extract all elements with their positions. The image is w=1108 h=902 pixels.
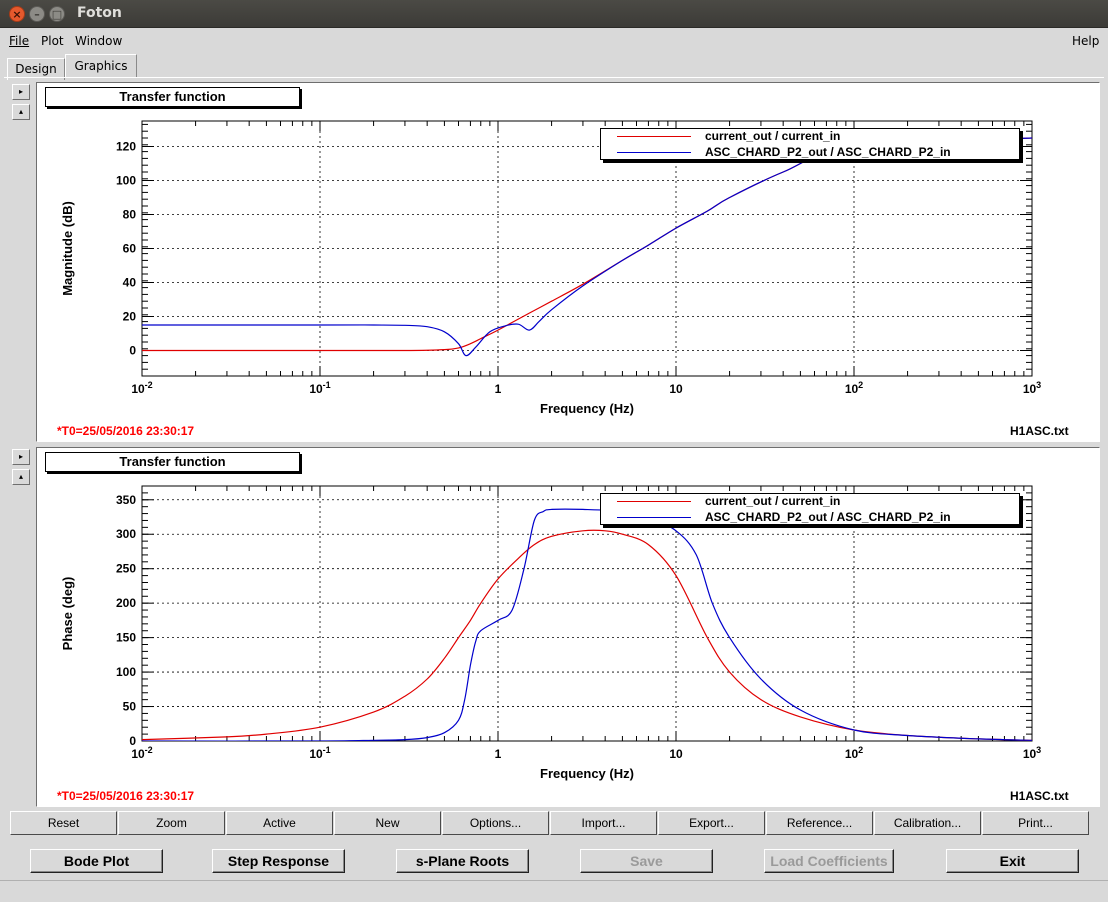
- expand-arrow-icon[interactable]: ▸: [12, 84, 30, 100]
- x-tick-label: 10: [669, 382, 683, 396]
- filename-label: H1ASC.txt: [1010, 789, 1069, 803]
- legend-label: ASC_CHARD_P2_out / ASC_CHARD_P2_in: [705, 145, 951, 159]
- x-axis-label: Frequency (Hz): [540, 401, 634, 416]
- x-tick-label: 102: [845, 745, 863, 761]
- legend-label: current_out / current_in: [705, 129, 841, 143]
- plot-button-options[interactable]: Options...: [442, 811, 549, 835]
- x-tick-label: 10: [669, 747, 683, 761]
- tab-graphics[interactable]: Graphics: [65, 54, 137, 78]
- plot-button-new[interactable]: New: [334, 811, 441, 835]
- x-tick-label: 1: [495, 382, 502, 396]
- legend-label: ASC_CHARD_P2_out / ASC_CHARD_P2_in: [705, 510, 951, 524]
- plot-button-zoom[interactable]: Zoom: [118, 811, 225, 835]
- legend-entry: ASC_CHARD_P2_out / ASC_CHARD_P2_in: [601, 510, 1019, 526]
- y-tick-label: 20: [123, 310, 137, 324]
- s-plane-roots-button[interactable]: s-Plane Roots: [396, 849, 529, 873]
- x-axis-label: Frequency (Hz): [540, 766, 634, 781]
- legend-swatch-blue: [617, 517, 691, 518]
- y-axis-label: Magnitude (dB): [60, 201, 75, 296]
- filename-label: H1ASC.txt: [1010, 424, 1069, 438]
- series-line-blue: [142, 137, 1032, 357]
- y-tick-label: 60: [123, 242, 137, 256]
- expand-arrow-icon[interactable]: ▸: [12, 449, 30, 465]
- legend-swatch-blue: [617, 152, 691, 153]
- x-tick-label: 1: [495, 747, 502, 761]
- menu-window[interactable]: Window: [75, 34, 122, 48]
- plot-button-active[interactable]: Active: [226, 811, 333, 835]
- y-tick-label: 0: [129, 344, 136, 358]
- plot-button-import[interactable]: Import...: [550, 811, 657, 835]
- menu-file[interactable]: File: [9, 34, 29, 48]
- timestamp-label: *T0=25/05/2016 23:30:17: [57, 424, 195, 438]
- load-coefficients-button[interactable]: Load Coefficients: [764, 849, 894, 873]
- legend-entry: current_out / current_in: [601, 494, 1019, 510]
- title-bar: × – □ Foton: [0, 0, 1108, 28]
- timestamp-label: *T0=25/05/2016 23:30:17: [57, 789, 195, 803]
- plot-button-calibration[interactable]: Calibration...: [874, 811, 981, 835]
- y-tick-label: 100: [116, 174, 136, 188]
- maximize-window-button[interactable]: □: [49, 6, 65, 22]
- y-tick-label: 80: [123, 208, 137, 222]
- legend-label: current_out / current_in: [705, 494, 841, 508]
- legend-entry: current_out / current_in: [601, 129, 1019, 145]
- bode-plot-button[interactable]: Bode Plot: [30, 849, 163, 873]
- save-button[interactable]: Save: [580, 849, 713, 873]
- collapse-arrow-icon[interactable]: ▴: [12, 469, 30, 485]
- status-bar: [0, 880, 1108, 902]
- y-tick-label: 250: [116, 562, 136, 576]
- y-tick-label: 350: [116, 493, 136, 507]
- legend-swatch-red: [617, 501, 691, 502]
- y-tick-label: 100: [116, 665, 136, 679]
- exit-button[interactable]: Exit: [946, 849, 1079, 873]
- window-title: Foton: [77, 5, 122, 21]
- x-tick-label: 102: [845, 380, 863, 396]
- menu-help[interactable]: Help: [1072, 34, 1099, 48]
- x-tick-label: 10-2: [131, 380, 152, 396]
- plot-button-print[interactable]: Print...: [982, 811, 1089, 835]
- y-tick-label: 50: [123, 700, 137, 714]
- plot-button-reference[interactable]: Reference...: [766, 811, 873, 835]
- plot-button-export[interactable]: Export...: [658, 811, 765, 835]
- y-tick-label: 0: [129, 734, 136, 748]
- y-tick-label: 300: [116, 527, 136, 541]
- x-tick-label: 10-2: [131, 745, 152, 761]
- magnitude-plot-pad[interactable]: Transfer function 0 20 40 60 80 100 120 10-2 10-…: [36, 82, 1100, 442]
- close-window-button[interactable]: ×: [9, 6, 25, 22]
- series-line-red: [142, 529, 1032, 741]
- minimize-window-button[interactable]: –: [29, 6, 45, 22]
- x-tick-label: 10-1: [309, 745, 330, 761]
- x-tick-label: 103: [1023, 745, 1041, 761]
- y-tick-label: 200: [116, 596, 136, 610]
- menu-bar: File Plot Window Help: [0, 28, 1108, 54]
- y-tick-label: 120: [116, 140, 136, 154]
- series-line-red: [142, 137, 1032, 352]
- phase-plot-pad[interactable]: Transfer function 0 50 100 150 200 250 300 350 1…: [36, 447, 1100, 807]
- y-tick-label: 40: [123, 276, 137, 290]
- y-axis-label: Phase (deg): [60, 577, 75, 651]
- y-tick-label: 150: [116, 631, 136, 645]
- x-tick-label: 103: [1023, 380, 1041, 396]
- legend-swatch-red: [617, 136, 691, 137]
- x-tick-label: 10-1: [309, 380, 330, 396]
- menu-plot[interactable]: Plot: [41, 34, 64, 48]
- plot-button-reset[interactable]: Reset: [10, 811, 117, 835]
- step-response-button[interactable]: Step Response: [212, 849, 345, 873]
- collapse-arrow-icon[interactable]: ▴: [12, 104, 30, 120]
- tab-divider: [4, 77, 1104, 78]
- chart-legend: current_out / current_in ASC_CHARD_P2_ou…: [600, 493, 1020, 525]
- chart-legend: current_out / current_in ASC_CHARD_P2_ou…: [600, 128, 1020, 160]
- legend-entry: ASC_CHARD_P2_out / ASC_CHARD_P2_in: [601, 145, 1019, 161]
